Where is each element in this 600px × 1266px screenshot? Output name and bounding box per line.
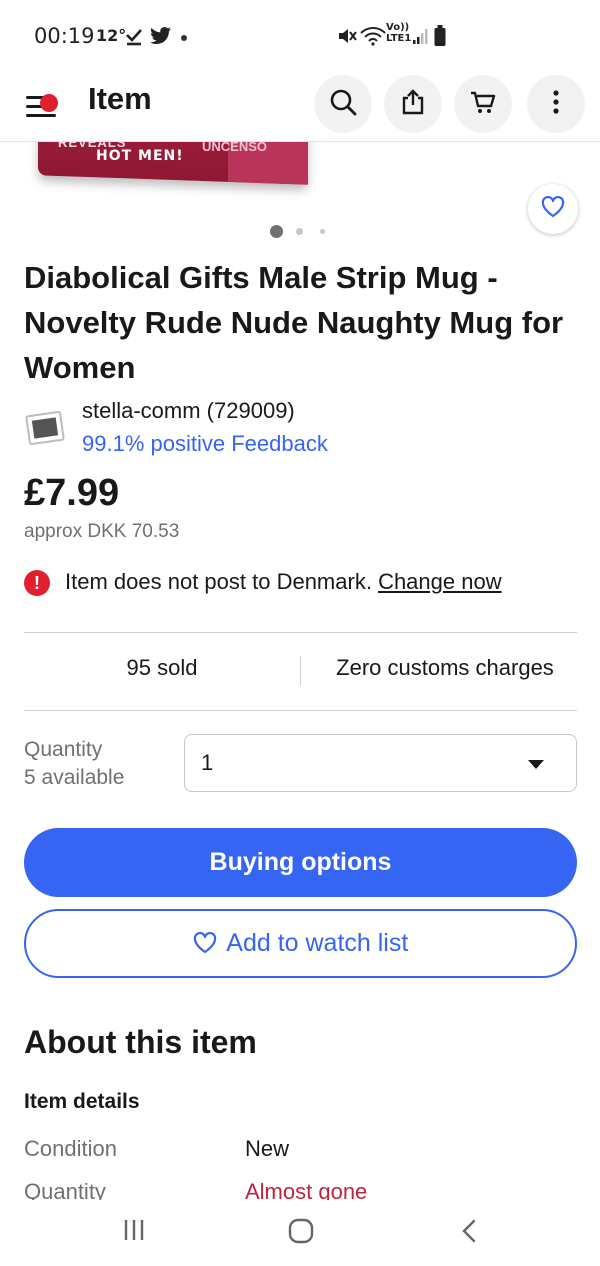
signal-icon xyxy=(412,26,430,51)
detail-row-clipped: Quantity Almost gone xyxy=(0,1176,600,1200)
sold-count: 95 sold xyxy=(126,655,198,680)
about-heading: About this item xyxy=(24,1024,257,1060)
detail-value: New xyxy=(245,1136,290,1161)
mute-icon xyxy=(336,26,358,51)
favorite-button[interactable] xyxy=(528,184,578,234)
detail-label: Condition xyxy=(24,1136,117,1161)
product-image-text: HOT MEN! xyxy=(96,148,184,164)
item-title: Diabolical Gifts Male Strip Mug - Novelt… xyxy=(24,260,564,385)
quantity-select[interactable]: 1 xyxy=(184,734,577,792)
item-price: £7.99 xyxy=(24,472,120,514)
status-bar: 00:19 12° Vo)) LTE1 xyxy=(0,0,600,72)
more-icon xyxy=(552,89,560,120)
detail-label: Quantity xyxy=(24,1179,106,1200)
menu-line xyxy=(26,114,56,117)
caret-down-icon xyxy=(528,760,544,769)
check-icon xyxy=(124,26,144,51)
carousel-dot xyxy=(320,229,325,234)
buying-options-button[interactable]: Buying options xyxy=(24,828,577,897)
app-header: Item xyxy=(0,72,600,142)
alert-icon: ! xyxy=(24,570,50,596)
lte-label: LTE1 xyxy=(386,33,412,44)
quantity-available: 5 available xyxy=(24,766,125,789)
volte-label: Vo)) xyxy=(386,22,410,33)
cart-button[interactable] xyxy=(454,75,512,133)
search-button[interactable] xyxy=(314,75,372,133)
heart-icon xyxy=(193,929,227,957)
page-title: Item xyxy=(88,81,152,116)
cart-icon xyxy=(469,88,497,121)
product-image-text: UNCENSO xyxy=(202,142,268,154)
volte-icon: Vo)) LTE1 xyxy=(386,22,411,44)
heart-icon xyxy=(541,195,565,223)
alert-message: Item does not post to Denmark. Change no… xyxy=(65,569,502,595)
seller-name[interactable]: stella-comm (729009) xyxy=(82,398,295,424)
menu-button[interactable] xyxy=(24,84,64,124)
share-button[interactable] xyxy=(384,75,442,133)
carousel-dot-active xyxy=(270,225,283,238)
add-to-watch-list-button[interactable]: Add to watch list xyxy=(24,909,577,978)
seller-feedback-link[interactable]: 99.1% positive Feedback xyxy=(82,431,328,457)
item-details-heading: Item details xyxy=(24,1090,140,1113)
share-icon xyxy=(400,88,426,121)
product-image-carousel[interactable]: REVEALS HOT MEN! UNCENSO xyxy=(0,142,600,252)
search-icon xyxy=(329,88,357,121)
customs-info: Zero customs charges xyxy=(336,655,554,680)
quantity-label: Quantity xyxy=(24,738,103,761)
shipping-alert: ! Item does not post to Denmark. Change … xyxy=(24,567,584,601)
divider xyxy=(24,632,577,633)
approx-price: approx DKK 70.53 xyxy=(24,521,180,542)
system-nav-bar xyxy=(0,1200,600,1266)
seller-avatar[interactable] xyxy=(24,404,70,450)
quantity-value: 1 xyxy=(201,750,214,775)
detail-value: Almost gone xyxy=(245,1179,368,1200)
more-options-button[interactable] xyxy=(527,75,585,133)
notification-badge xyxy=(40,94,58,112)
divider xyxy=(24,710,577,711)
status-time: 00:19 xyxy=(34,24,95,48)
change-location-link[interactable]: Change now xyxy=(378,569,502,594)
quantity-label-group: Quantity 5 available xyxy=(24,736,124,792)
watch-list-label: Add to watch list xyxy=(226,929,409,957)
recent-apps-button[interactable] xyxy=(122,1218,146,1247)
home-button[interactable] xyxy=(288,1218,314,1249)
notification-dot-icon xyxy=(181,35,187,41)
battery-icon xyxy=(434,25,446,52)
carousel-dot xyxy=(296,228,303,235)
status-temperature: 12° xyxy=(96,26,127,45)
twitter-icon xyxy=(150,26,172,51)
wifi-icon xyxy=(360,26,386,51)
alert-text: Item does not post to Denmark. xyxy=(65,569,372,594)
back-button[interactable] xyxy=(460,1218,478,1249)
